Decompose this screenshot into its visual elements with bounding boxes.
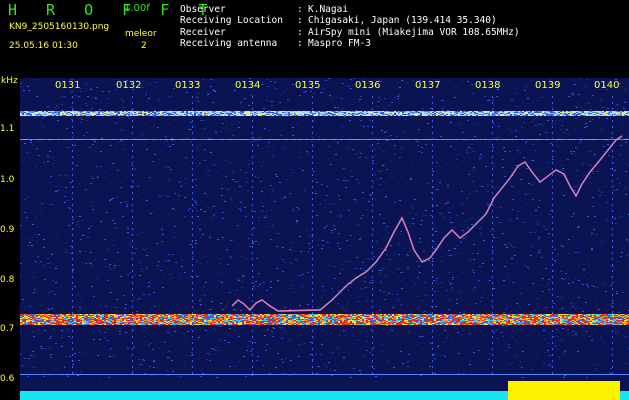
x-tick-label: 0134: [235, 80, 261, 91]
y-tick-label: 0.6: [0, 374, 15, 384]
x-tick-label: 0137: [415, 80, 441, 91]
antenna-colon: :: [297, 38, 303, 49]
x-tick-label: 0138: [475, 80, 501, 91]
meteor-count: 2: [141, 41, 147, 51]
observer-value: K.Nagai: [308, 4, 349, 15]
plot-background: [20, 78, 629, 400]
y-tick-label: 0.9: [0, 225, 15, 235]
location-value: Chigasaki, Japan (139.414 35.340): [308, 15, 497, 26]
datetime-label: 25.05.16 01:30: [9, 41, 78, 51]
x-tick-label: 0139: [535, 80, 561, 91]
receiver-value: AirSpy mini (Miakejima VOR 108.65MHz): [308, 27, 520, 38]
x-tick-label: 0136: [355, 80, 381, 91]
y-tick-label: 1.1: [0, 124, 15, 134]
header-panel: H R O F F T 1.00f KN9_2505160130.png mel…: [0, 0, 629, 78]
antenna-key: Receiving antenna: [180, 38, 278, 49]
receiver-key: Receiver: [180, 27, 226, 38]
location-colon: :: [297, 15, 303, 26]
observer-key: Observer: [180, 4, 226, 15]
meta-location: Receiving Location : Chigasaki, Japan (1…: [180, 15, 625, 27]
x-tick-label: 0132: [116, 80, 142, 91]
filename-label: KN9_2505160130.png: [9, 22, 110, 32]
y-tick-label: 1.0: [0, 175, 15, 185]
version-label: 1.00f: [124, 3, 150, 14]
y-tick-label: 0.8: [0, 275, 15, 285]
y-axis-unit: kHz: [1, 76, 18, 86]
observer-colon: :: [297, 4, 303, 15]
spectrogram-plot: [20, 78, 629, 400]
bottom-yellow-block: [508, 381, 620, 400]
x-tick-label: 0140: [594, 80, 620, 91]
meteor-label: meleor: [125, 29, 157, 39]
location-key: Receiving Location: [180, 15, 283, 26]
x-tick-label: 0135: [295, 80, 321, 91]
receiver-colon: :: [297, 27, 303, 38]
y-tick-label: 0.7: [0, 324, 15, 334]
x-tick-label: 0133: [175, 80, 201, 91]
antenna-value: Maspro FM-3: [308, 38, 371, 49]
x-tick-label: 0131: [55, 80, 81, 91]
meta-antenna: Receiving antenna : Maspro FM-3: [180, 38, 625, 50]
